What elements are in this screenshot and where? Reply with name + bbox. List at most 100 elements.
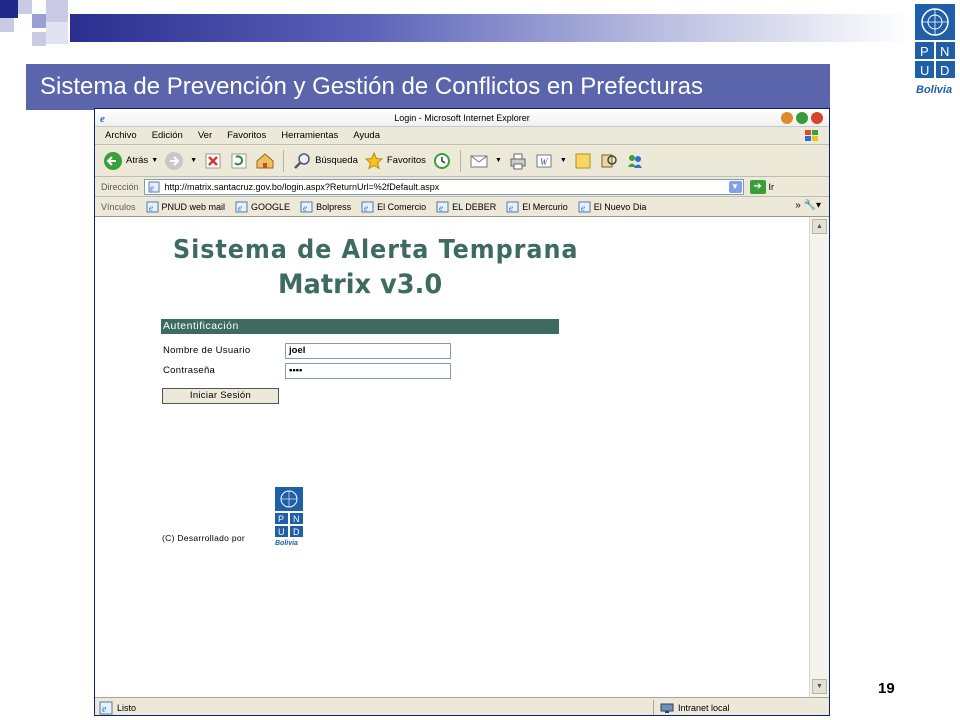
star-icon [364,151,384,170]
link-google[interactable]: e GOOGLE [235,201,290,213]
link-el-deber[interactable]: e EL DEBER [436,201,496,213]
address-label: Dirección [101,181,139,192]
page-icon: e [148,181,160,193]
research-icon[interactable] [599,151,619,171]
decor-square [0,18,14,32]
links-bar: Vínculos e PNUD web mail e GOOGLE e Bolpres… [95,197,829,217]
chevron-down-icon[interactable]: ▼ [495,157,502,164]
history-icon[interactable] [432,151,452,171]
messenger-icon[interactable] [625,151,645,171]
scroll-up-icon[interactable]: ▲ [812,219,827,234]
go-button[interactable]: ➔ Ir [749,179,775,194]
refresh-icon[interactable] [229,151,249,171]
page-icon: e [235,201,248,213]
search-button[interactable]: Búsqueda [292,151,358,171]
decor-gradient-bar [70,14,910,42]
page-icon: e [506,201,519,213]
logo-caption: Bolivia [916,84,952,96]
browser-window: e Login - Microsoft Internet Explorer Ar… [94,108,830,716]
logo-caption: Bolivia [275,540,298,547]
username-label: Nombre de Usuario [163,345,251,356]
status-text: Listo [117,702,137,713]
menu-herramientas[interactable]: Herramientas [281,127,338,144]
minimize-button[interactable] [781,112,793,124]
decor-square [46,0,68,22]
intranet-icon [660,703,674,713]
toolbar-separator [283,149,285,172]
search-label: Búsqueda [315,155,358,166]
developed-by-text: (C) Desarrollado por [162,533,245,543]
back-label: Atrás [126,155,149,166]
chevron-down-icon[interactable]: ▼ [151,157,158,164]
page-icon: e [99,701,113,715]
link-label: PNUD web mail [161,201,226,212]
page-icon: e [361,201,374,213]
svg-text:e: e [439,203,443,213]
menu-ayuda[interactable]: Ayuda [353,127,380,144]
svg-text:N: N [293,514,300,524]
favorites-label: Favoritos [386,155,426,166]
menu-favoritos[interactable]: Favoritos [227,127,266,144]
link-el-mercurio[interactable]: e El Mercurio [506,201,568,213]
password-label: Contraseña [163,365,216,376]
close-button[interactable] [811,112,823,124]
svg-text:e: e [100,113,105,124]
page-icon: e [300,201,313,213]
svg-text:U: U [278,527,285,537]
page-content: Sistema de Alerta Temprana Matrix v3.0 A… [95,217,809,697]
undp-logo-icon: P N U D Bolivia [915,4,955,96]
svg-text:e: e [238,203,242,213]
status-bar: e Listo Intranet local [95,697,829,715]
search-icon [294,152,310,169]
svg-text:e: e [364,203,368,213]
link-el-comercio[interactable]: e El Comercio [361,201,426,213]
username-input[interactable]: joel [285,343,451,359]
forward-arrow-icon[interactable] [164,151,184,171]
svg-text:P: P [920,44,929,59]
menu-edicion[interactable]: Edición [152,127,183,144]
svg-text:D: D [940,63,949,78]
decor-square [32,32,46,46]
menu-ver[interactable]: Ver [198,127,212,144]
stop-icon[interactable] [203,151,223,171]
chevron-down-icon[interactable]: ▼ [190,157,197,164]
menu-bar: Archivo Edición Ver Favoritos Herramient… [95,127,829,145]
address-input[interactable]: e http://matrix.santacruz.gov.bo/login.a… [143,178,744,195]
svg-text:N: N [940,44,949,59]
link-pnud-web-mail[interactable]: e PNUD web mail [146,201,226,213]
password-input[interactable]: •••• [285,363,451,379]
go-label: Ir [768,181,775,192]
windows-flag-icon [805,130,818,141]
maximize-button[interactable] [796,112,808,124]
toolbar-separator [459,149,461,172]
link-label: El Mercurio [522,201,568,212]
slide-title: Sistema de Prevención y Gestión de Confl… [26,64,830,110]
link-label: El Comercio [377,201,427,212]
vertical-scrollbar[interactable]: ▲ ▼ [809,217,829,697]
link-label: EL DEBER [452,201,497,212]
scroll-down-icon[interactable]: ▼ [812,679,827,694]
chevron-down-icon[interactable]: ▼ [560,157,567,164]
mail-icon[interactable] [469,151,489,171]
edit-icon[interactable]: W [534,151,554,171]
links-more-icon[interactable]: » 🔧▾ [795,200,821,211]
browser-title-bar: e Login - Microsoft Internet Explorer [95,109,829,127]
home-icon[interactable] [255,151,275,171]
decor-square [0,0,18,18]
link-label: El Nuevo Dia [593,201,647,212]
decor-square [32,14,46,28]
go-arrow-icon: ➔ [749,179,766,194]
link-bolpress[interactable]: e Bolpress [300,201,351,213]
menu-archivo[interactable]: Archivo [105,127,137,144]
back-button[interactable]: Atrás ▼ [103,151,158,171]
svg-text:e: e [150,183,154,193]
address-dropdown-icon[interactable]: ▼ [728,180,742,193]
discuss-icon[interactable] [573,151,593,171]
print-icon[interactable] [508,151,528,171]
address-url: http://matrix.santacruz.gov.bo/login.asp… [164,181,440,192]
login-button[interactable]: Iniciar Sesión [162,388,279,404]
links-label: Vínculos [101,201,136,212]
link-label: GOOGLE [251,201,291,212]
favorites-button[interactable]: Favoritos [364,151,426,171]
link-el-nuevo-dia[interactable]: e El Nuevo Dia [578,201,647,213]
